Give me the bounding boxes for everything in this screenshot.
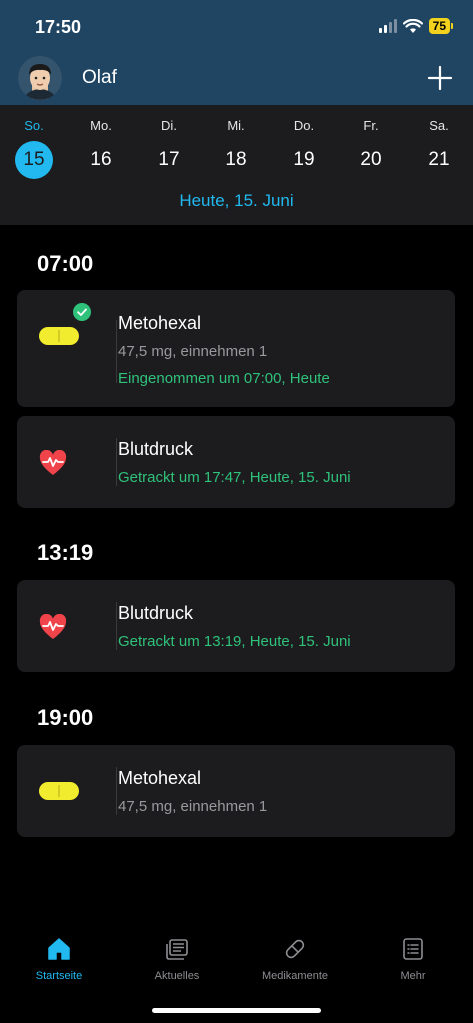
tab-medikamente[interactable]: Medikamente xyxy=(236,930,354,982)
day-name: Sa. xyxy=(429,118,449,133)
measurement-name: Blutdruck xyxy=(118,603,194,623)
battery-level: 75 xyxy=(428,18,450,34)
medication-card[interactable]: Metohexal 47,5 mg, einnehmen 1 xyxy=(17,745,455,837)
dosage-text: 47,5 mg, einnehmen 1 xyxy=(118,798,268,815)
status-icons: 75 xyxy=(378,18,453,34)
battery-icon: 75 xyxy=(428,18,453,34)
list-icon xyxy=(403,938,423,960)
avatar[interactable] xyxy=(18,56,62,100)
tab-label: Medikamente xyxy=(261,970,329,982)
measurement-card[interactable]: Blutdruck Getrackt um 13:19, Heute, 15. … xyxy=(17,580,455,672)
tab-label: Startseite xyxy=(35,970,83,982)
time-heading: 07:00 xyxy=(37,251,94,276)
measurement-card[interactable]: Blutdruck Getrackt um 17:47, Heute, 15. … xyxy=(17,416,455,508)
tracking-status: Getrackt um 17:47, Heute, 15. Juni xyxy=(118,469,351,486)
news-icon xyxy=(166,939,188,960)
medication-name: Metohexal xyxy=(118,313,202,333)
heart-pulse-icon xyxy=(39,450,67,475)
divider xyxy=(116,320,117,383)
divider xyxy=(116,602,117,650)
user-name: Olaf xyxy=(82,67,117,88)
checkmark-icon xyxy=(73,303,91,321)
capsule-icon xyxy=(285,939,305,959)
divider xyxy=(116,438,117,486)
day-number: 16 xyxy=(90,149,112,170)
day-number: 17 xyxy=(158,149,180,170)
day-name: Fr. xyxy=(363,118,379,133)
pill-icon xyxy=(39,327,79,345)
tab-bar: Startseite Aktuelles Medikamente Mehr xyxy=(0,930,473,1000)
divider xyxy=(116,767,117,815)
add-icon[interactable] xyxy=(425,63,455,93)
tab-startseite[interactable]: Startseite xyxy=(0,930,118,982)
medication-name: Metohexal xyxy=(118,768,202,788)
day-number: 15 xyxy=(15,141,53,179)
dosage-text: 47,5 mg, einnehmen 1 xyxy=(118,343,268,360)
time-heading: 13:19 xyxy=(37,540,94,565)
week-selector: So. 15 Mo. 16 Di. 17 Mi. 18 Do. 19 Fr. 2… xyxy=(0,105,473,225)
tab-label: Aktuelles xyxy=(154,970,200,982)
day-number: 18 xyxy=(225,149,247,170)
day-name: Mo. xyxy=(90,118,112,133)
medication-card[interactable]: Metohexal 47,5 mg, einnehmen 1 Eingenomm… xyxy=(17,290,455,407)
app-header: 17:50 75 Olaf xyxy=(0,0,473,105)
measurement-name: Blutdruck xyxy=(118,439,194,459)
day-number: 21 xyxy=(428,149,450,170)
tab-mehr[interactable]: Mehr xyxy=(354,930,472,982)
day-name: Di. xyxy=(161,118,177,133)
wifi-icon xyxy=(402,18,423,33)
status-time: 17:50 xyxy=(35,17,82,37)
cellular-signal-icon xyxy=(378,19,397,33)
day-number: 19 xyxy=(293,149,315,170)
heart-pulse-icon xyxy=(39,614,67,639)
home-indicator[interactable] xyxy=(152,1008,321,1013)
intake-status: Eingenommen um 07:00, Heute xyxy=(118,370,330,387)
day-name: Do. xyxy=(293,118,315,133)
day-number: 20 xyxy=(360,149,382,170)
tracking-status: Getrackt um 13:19, Heute, 15. Juni xyxy=(118,633,351,650)
pill-icon xyxy=(39,782,79,800)
day-name: Mi. xyxy=(227,118,245,133)
time-heading: 19:00 xyxy=(37,705,94,730)
tab-aktuelles[interactable]: Aktuelles xyxy=(118,930,236,982)
day-name: So. xyxy=(24,118,44,133)
today-label[interactable]: Heute, 15. Juni xyxy=(0,191,473,211)
home-icon xyxy=(48,938,70,960)
tab-label: Mehr xyxy=(400,970,426,982)
